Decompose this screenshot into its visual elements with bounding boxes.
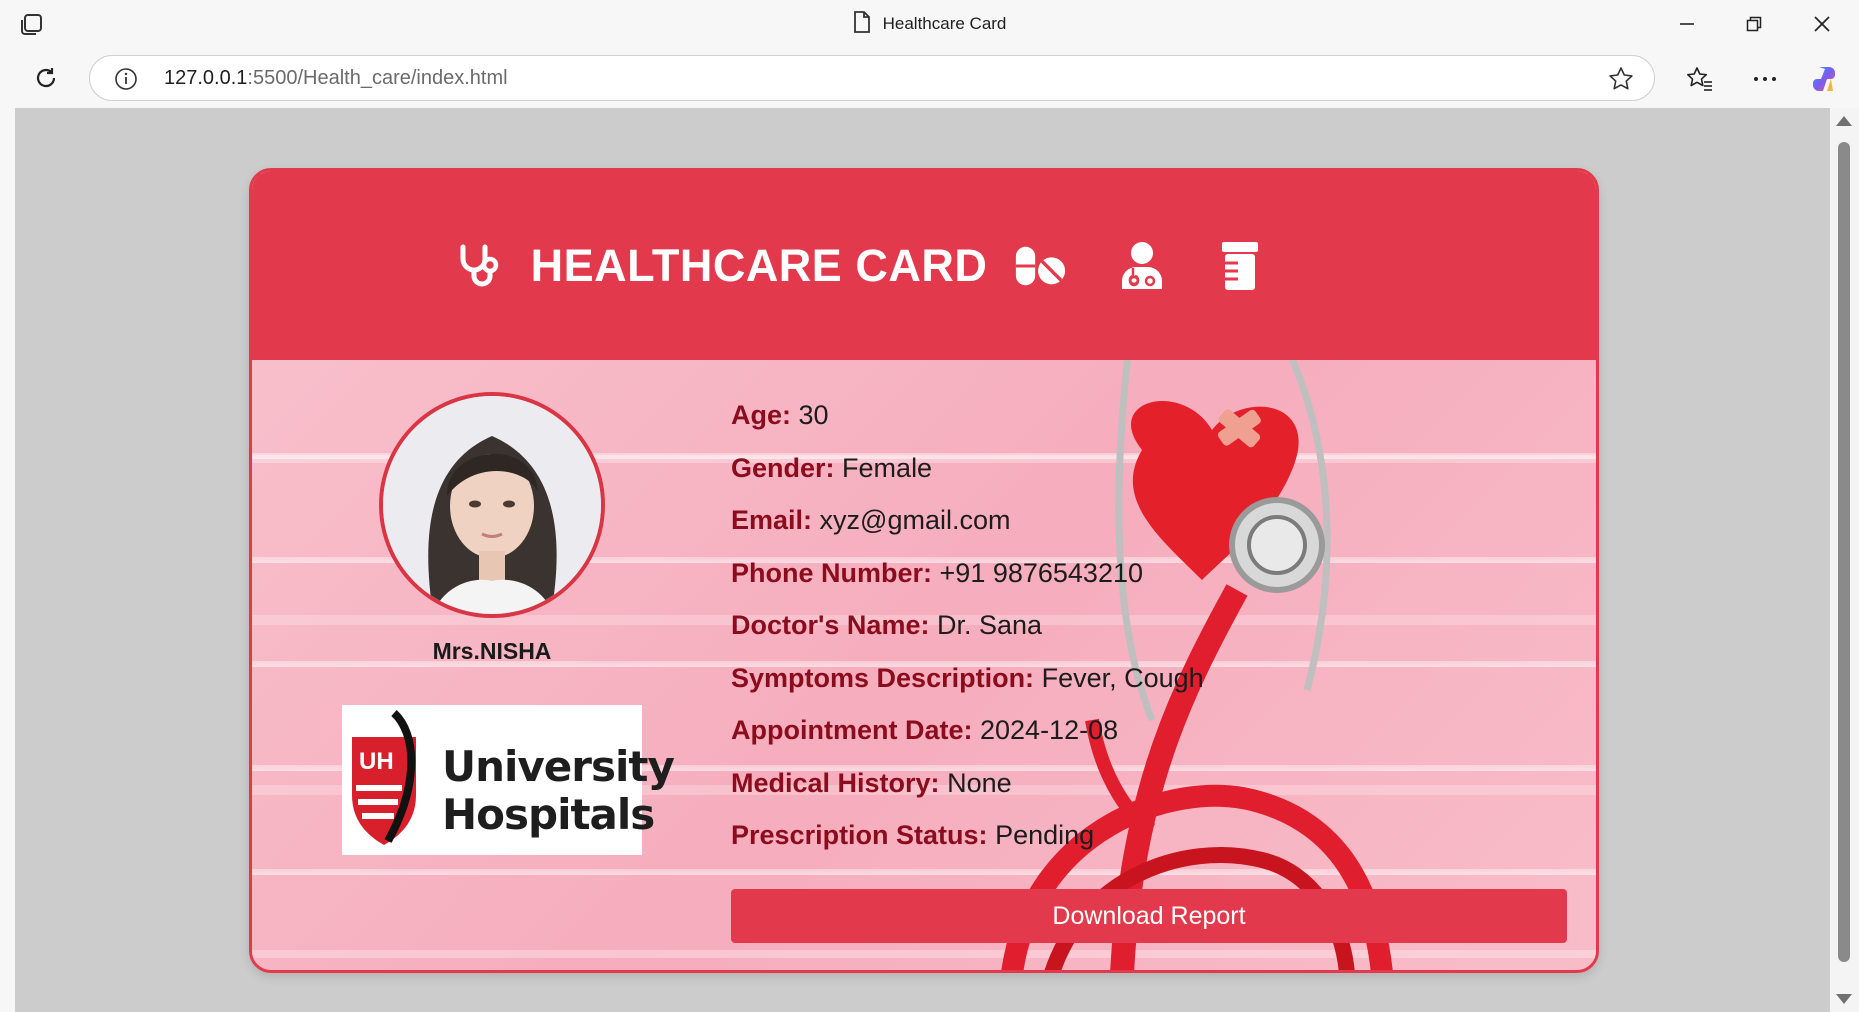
info-email: Email: xyz@gmail.com	[731, 505, 1011, 535]
info-medical-history: Medical History: None	[731, 767, 1012, 798]
download-report-button[interactable]: Download Report	[731, 889, 1567, 943]
info-phone: Phone Number: +91 9876543210	[731, 557, 1143, 588]
copilot-button[interactable]	[1808, 62, 1842, 96]
hospital-logo-text: University Hospitals	[442, 742, 675, 839]
info-appointment-date: Appointment Date: 2024-12-08	[731, 715, 1119, 745]
patient-name: Mrs.NISHA	[432, 638, 552, 664]
prescription-bottle-icon	[1213, 239, 1267, 293]
logo-line-2: Hospitals	[442, 790, 655, 839]
close-button[interactable]	[1790, 0, 1854, 48]
more-dots-icon	[1754, 77, 1776, 81]
pills-icon	[1013, 239, 1067, 293]
favorite-star-icon[interactable]	[1608, 66, 1634, 92]
scroll-up-icon[interactable]	[1836, 116, 1852, 126]
logo-line-1: University	[442, 742, 675, 791]
url-text[interactable]: 127.0.0.1:5500/Health_care/index.html	[164, 56, 508, 100]
window-title: Healthcare Card	[0, 0, 1859, 48]
stethoscope-icon	[451, 239, 505, 293]
site-info-icon[interactable]	[114, 67, 138, 91]
vertical-scrollbar[interactable]	[1830, 108, 1859, 1012]
info-age: Age: 30	[731, 400, 829, 430]
url-host: 127.0.0.1	[164, 67, 248, 89]
page-icon	[853, 10, 871, 38]
favorites-button[interactable]	[1683, 62, 1717, 96]
card-body: Mrs.NISHA UH University Hospitals Age: 30…	[252, 360, 1596, 970]
restore-button[interactable]	[1722, 0, 1786, 48]
more-menu-button[interactable]	[1748, 62, 1782, 96]
hospital-logo: UH University Hospitals	[342, 705, 675, 855]
refresh-button[interactable]	[30, 62, 62, 94]
scrollbar-thumb[interactable]	[1838, 142, 1850, 962]
browser-toolbar: 127.0.0.1:5500/Health_care/index.html	[0, 48, 1859, 108]
scroll-down-icon[interactable]	[1836, 994, 1852, 1004]
copilot-icon	[1813, 67, 1835, 91]
healthcare-card: HEALTHCARE CARD Mrs.NISHA UH University …	[249, 168, 1599, 973]
card-header: HEALTHCARE CARD	[252, 171, 1596, 360]
info-prescription-status: Prescription Status: Pending	[731, 820, 1095, 850]
url-path: :5500/Health_care/index.html	[247, 67, 508, 89]
refresh-icon	[36, 68, 56, 88]
patient-info: Age: 30 Gender: Female Email: xyz@gmail.…	[731, 400, 1371, 873]
window-title-text: Healthcare Card	[882, 14, 1007, 33]
address-bar[interactable]: 127.0.0.1:5500/Health_care/index.html	[89, 55, 1655, 101]
patient-avatar	[379, 392, 605, 618]
card-title: HEALTHCARE CARD	[530, 239, 988, 291]
browser-titlebar: Healthcare Card	[0, 0, 1859, 48]
info-doctor: Doctor's Name: Dr. Sana	[731, 610, 1043, 640]
favorites-icon	[1687, 67, 1712, 91]
minimize-button[interactable]	[1655, 0, 1719, 48]
info-gender: Gender: Female	[731, 452, 933, 483]
info-symptoms: Symptoms Description: Fever, Cough	[731, 662, 1204, 693]
logo-mark: UH	[359, 748, 394, 775]
user-doctor-icon	[1115, 239, 1169, 293]
